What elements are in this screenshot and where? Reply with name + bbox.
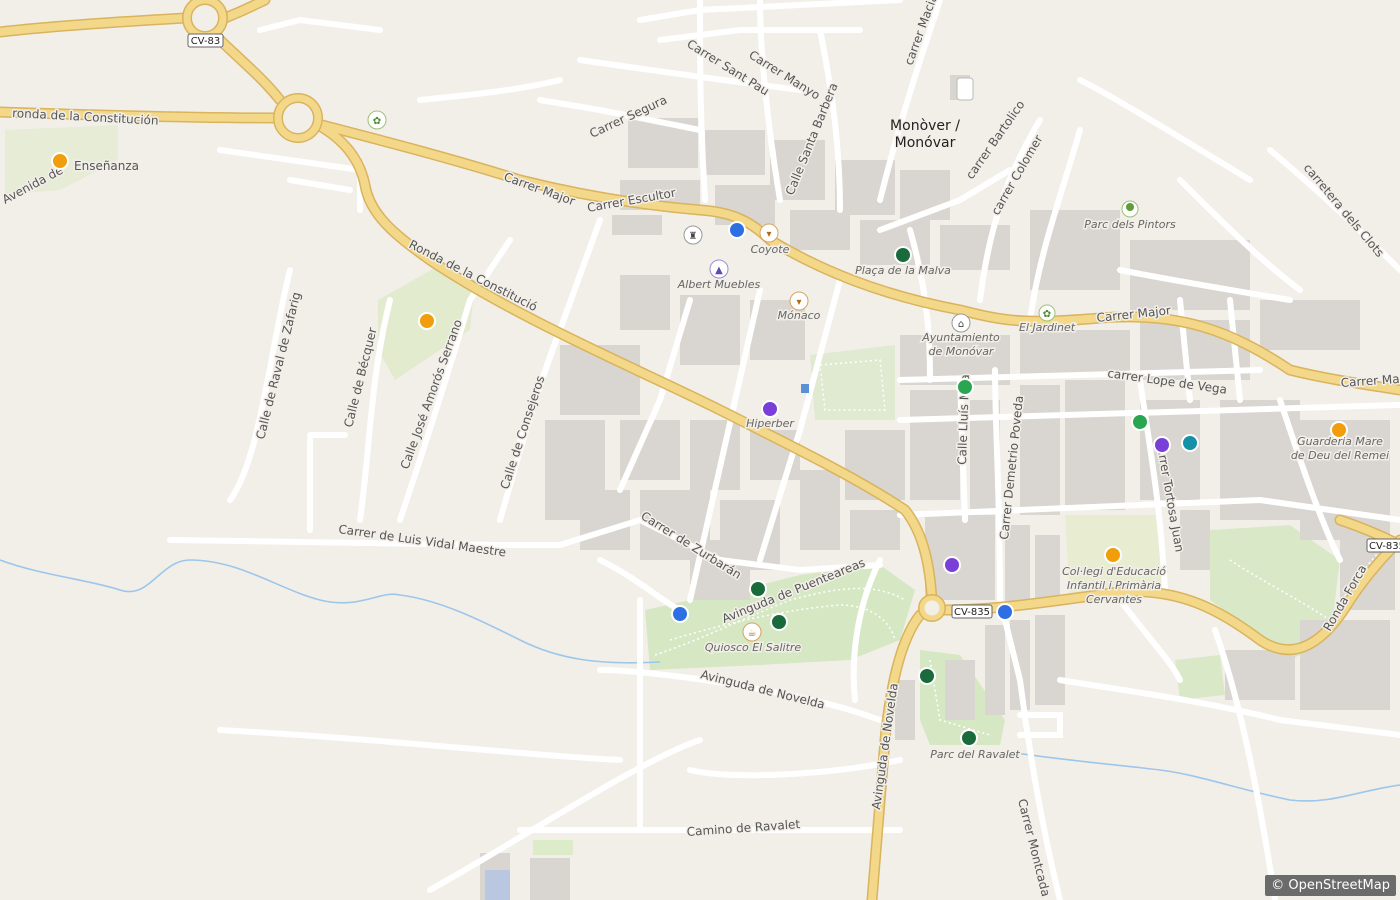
map-marker-blue[interactable] xyxy=(728,221,746,239)
marker-layer xyxy=(51,152,1348,747)
map-marker-dark-green[interactable] xyxy=(918,667,936,685)
map-marker-orange[interactable] xyxy=(418,312,436,330)
map-marker-blue[interactable] xyxy=(671,605,689,623)
map-marker-dark-green[interactable] xyxy=(749,580,767,598)
map-marker-purple[interactable] xyxy=(1153,436,1171,454)
map-marker-dark-green[interactable] xyxy=(960,729,978,747)
map-marker-green[interactable] xyxy=(1131,413,1149,431)
map-marker-teal[interactable] xyxy=(1181,434,1199,452)
map-canvas[interactable]: Monòver / Monóvar ronda de la Constituci… xyxy=(0,0,1400,900)
attribution-link[interactable]: © OpenStreetMap xyxy=(1265,875,1396,896)
map-marker-dark-green[interactable] xyxy=(770,613,788,631)
map-marker-green[interactable] xyxy=(956,378,974,396)
map-marker-orange[interactable] xyxy=(1104,546,1122,564)
map-marker-dark-green[interactable] xyxy=(894,246,912,264)
map-marker-purple[interactable] xyxy=(761,400,779,418)
map-marker-blue[interactable] xyxy=(996,603,1014,621)
map-marker-orange[interactable] xyxy=(1330,421,1348,439)
map-marker-purple[interactable] xyxy=(943,556,961,574)
map-marker-orange[interactable] xyxy=(51,152,69,170)
